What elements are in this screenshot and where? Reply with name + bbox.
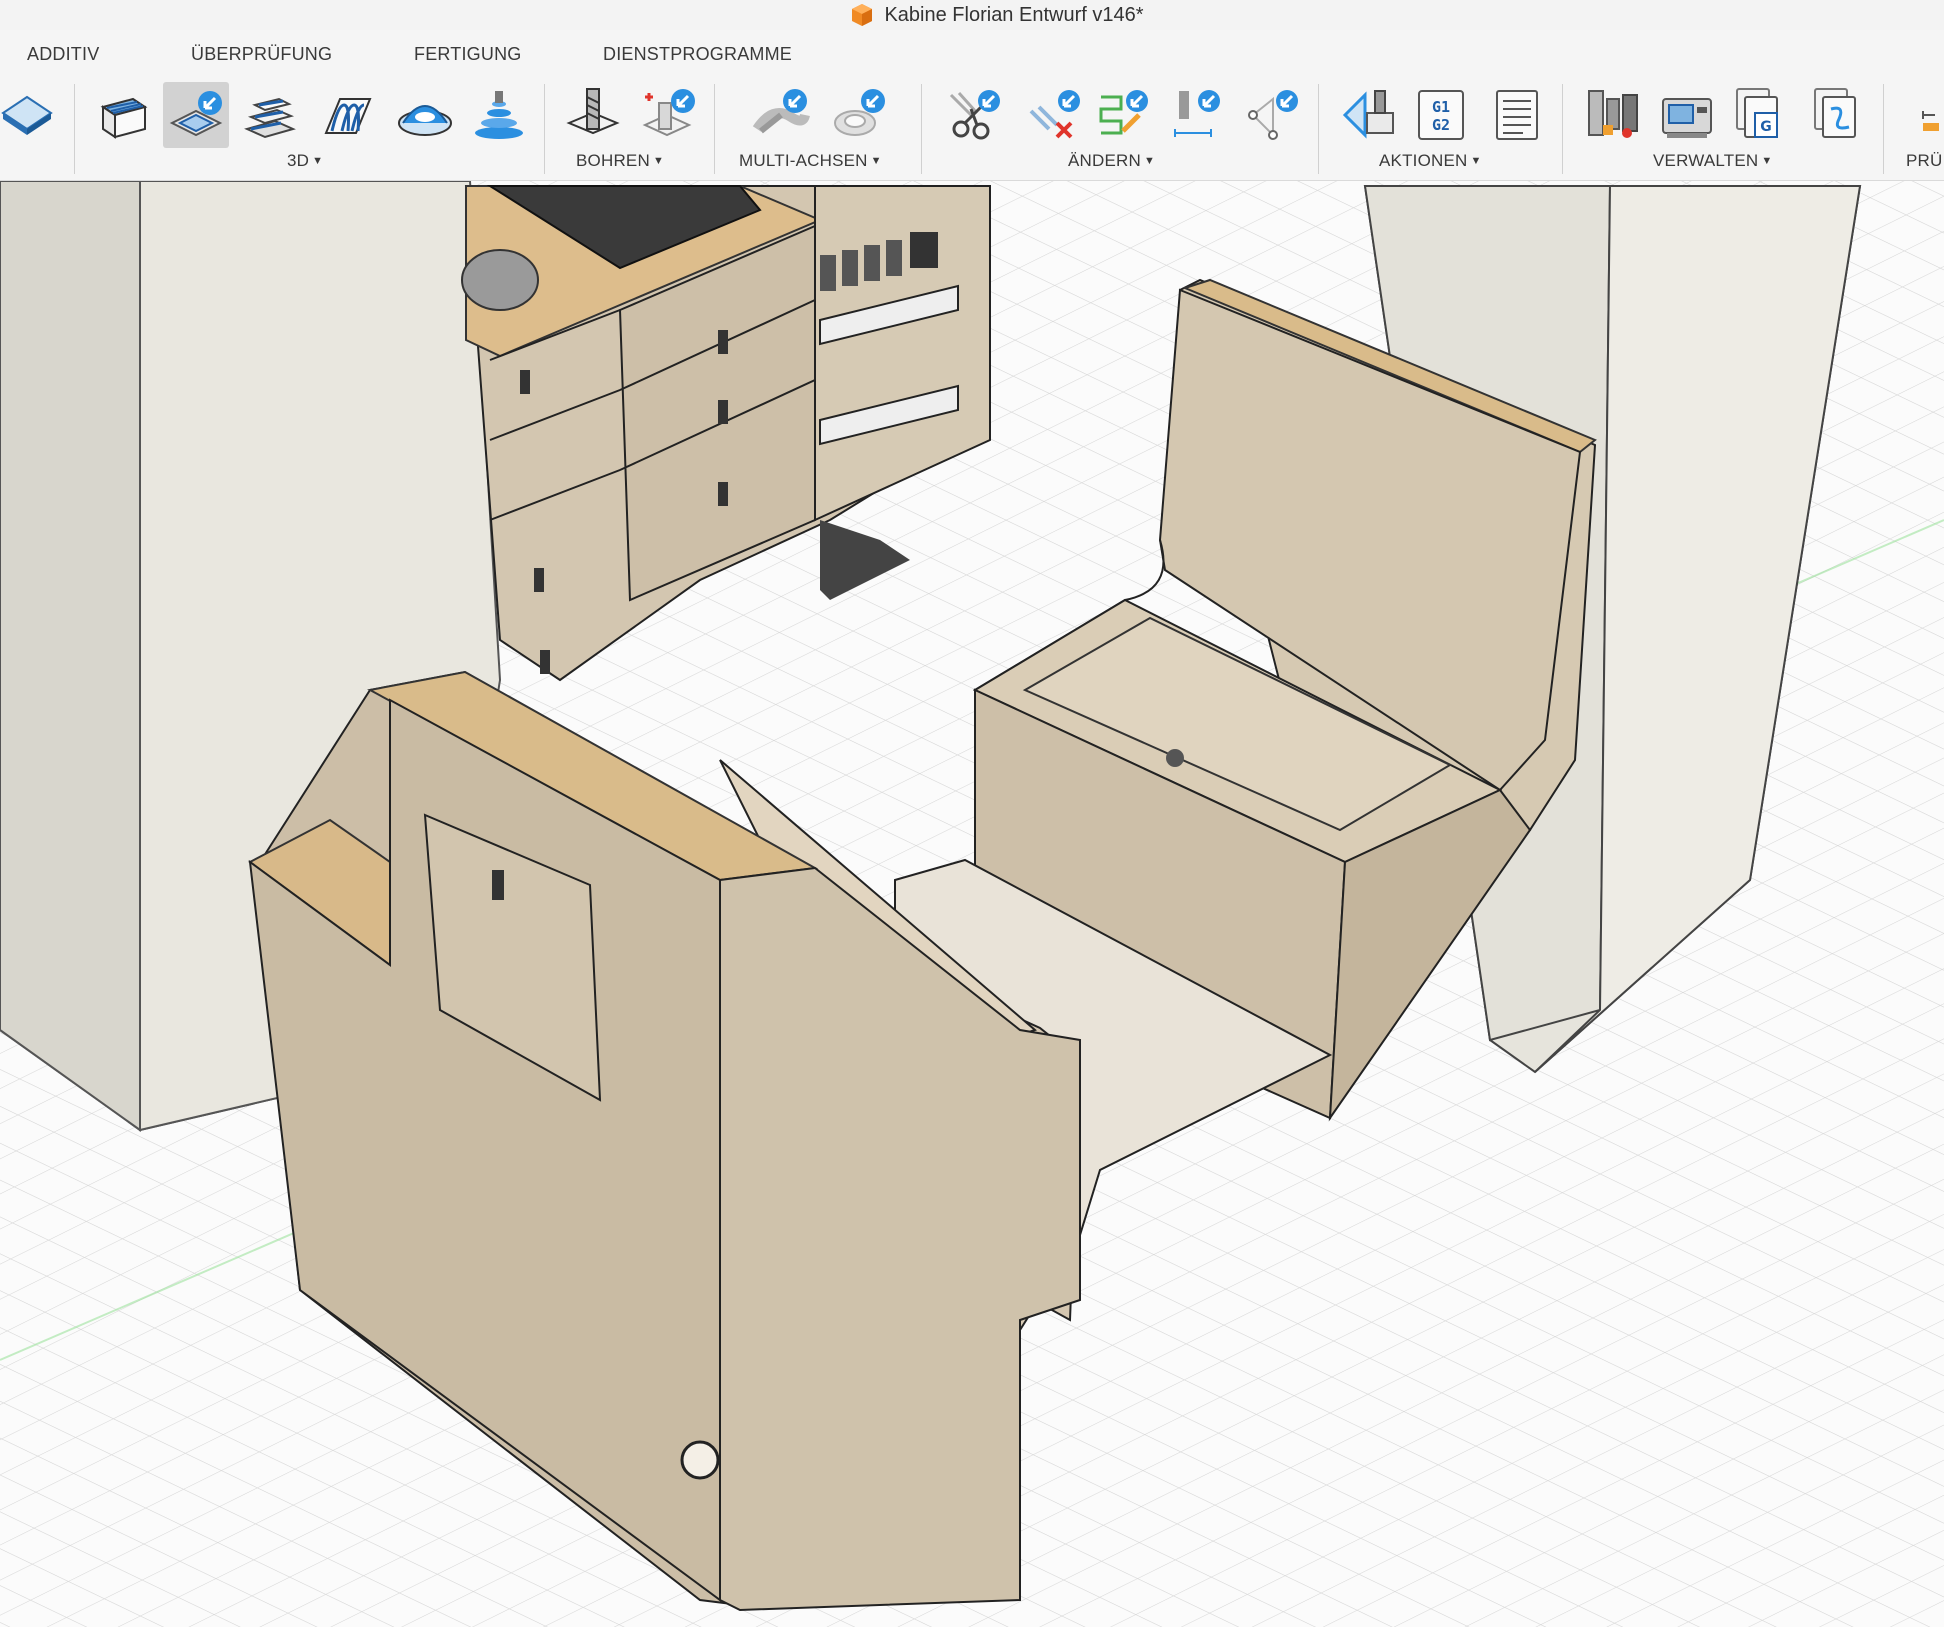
svg-text:G2: G2 xyxy=(1432,116,1450,134)
tool-library-tool-button[interactable] xyxy=(1580,82,1646,148)
group-label-aktionen[interactable]: AKTIONEN ▼ xyxy=(1379,151,1482,171)
drill-position-tool-button[interactable] xyxy=(636,82,702,148)
multiaxis-swarf-tool-button[interactable] xyxy=(826,82,892,148)
machine-library-icon xyxy=(1662,98,1712,138)
parallel-tool-button[interactable] xyxy=(315,82,381,148)
multiaxis-contour-icon xyxy=(752,89,810,134)
manufacture-toolbar: 3D ▼ BOHREN ▼ MULTI-ACHSEN ▼ ÄNDERN ▼ G1… xyxy=(0,80,1944,181)
tab-additiv[interactable]: ADDITIV xyxy=(27,44,99,65)
simulate-tool-button[interactable] xyxy=(1338,82,1404,148)
inspect-tool-button[interactable] xyxy=(1912,82,1944,148)
svg-text:G: G xyxy=(1760,119,1772,135)
tab-fertigung[interactable]: FERTIGUNG xyxy=(414,44,521,65)
points-tool-button[interactable] xyxy=(1240,82,1306,148)
adaptive-clearing-icon xyxy=(244,97,296,139)
document-title: Kabine Florian Entwurf v146* xyxy=(884,3,1144,26)
inspect-icon xyxy=(1922,111,1939,131)
orange-cube-icon xyxy=(852,4,873,26)
sink xyxy=(461,249,539,311)
group-label-verwalten[interactable]: VERWALTEN ▼ xyxy=(1653,151,1773,171)
post-process-icon: G1 G2 xyxy=(1418,90,1464,140)
post-process-tool-button[interactable]: G1 G2 xyxy=(1408,82,1474,148)
trim-tool-button[interactable] xyxy=(940,82,1006,148)
scallop-tool-button[interactable] xyxy=(392,82,458,148)
tool-orientation-icon xyxy=(1174,90,1220,137)
face-tool-button[interactable] xyxy=(90,82,156,148)
nc-program-tool-button[interactable]: G xyxy=(1728,82,1794,148)
delete-path-icon xyxy=(1029,90,1080,139)
delete-path-tool-button[interactable] xyxy=(1022,82,1088,148)
group-label-pruefen[interactable]: PRÜ xyxy=(1906,151,1943,171)
multiaxis-contour-tool-button[interactable] xyxy=(748,82,814,148)
parallel-icon xyxy=(324,98,372,134)
2d-pocket-icon xyxy=(169,91,223,137)
drill-icon xyxy=(566,88,620,135)
workspace-tabs: ADDITIV ÜBERPRÜFUNG FERTIGUNG DIENSTPROG… xyxy=(0,30,1944,80)
group-label-multi-achsen[interactable]: MULTI-ACHSEN ▼ xyxy=(739,151,882,171)
setup-icon xyxy=(1,95,53,135)
group-label-3d[interactable]: 3D ▼ xyxy=(287,151,323,171)
tab-dienstprogramme[interactable]: DIENSTPROGRAMME xyxy=(603,44,792,65)
scallop-icon xyxy=(398,105,452,136)
drill-tool-button[interactable] xyxy=(560,82,626,148)
tool-library-icon xyxy=(1588,90,1638,138)
edit-path-tool-button[interactable] xyxy=(1090,82,1156,148)
contour-icon xyxy=(475,91,523,139)
title-bar: Kabine Florian Entwurf v146* xyxy=(0,0,1944,30)
model-canvas[interactable] xyxy=(0,181,1944,1627)
face-icon xyxy=(100,97,148,139)
tool-orientation-tool-button[interactable] xyxy=(1162,82,1228,148)
cable-hole xyxy=(680,1440,720,1480)
drill-position-icon xyxy=(642,89,695,137)
points-icon xyxy=(1248,90,1298,140)
tab-ueberpruefung[interactable]: ÜBERPRÜFUNG xyxy=(191,44,332,65)
multiaxis-swarf-icon xyxy=(834,89,885,136)
group-label-bohren[interactable]: BOHREN ▼ xyxy=(576,151,664,171)
nc-program-icon: G xyxy=(1736,88,1778,138)
group-label-aendern[interactable]: ÄNDERN ▼ xyxy=(1068,151,1155,171)
template-library-icon xyxy=(1814,88,1856,138)
simulate-icon xyxy=(1342,90,1394,139)
2d-pocket-tool-button[interactable] xyxy=(163,82,229,148)
setup-sheet-icon xyxy=(1496,90,1538,140)
adaptive-tool-button[interactable] xyxy=(236,82,302,148)
edit-path-icon xyxy=(1099,90,1148,135)
machine-library-tool-button[interactable] xyxy=(1654,82,1720,148)
trim-icon xyxy=(949,90,1000,140)
template-library-tool-button[interactable] xyxy=(1806,82,1872,148)
3d-viewport[interactable] xyxy=(0,181,1944,1627)
contour-tool-button[interactable] xyxy=(466,82,532,148)
setup-sheet-tool-button[interactable] xyxy=(1484,82,1550,148)
svg-text:G1: G1 xyxy=(1432,98,1450,116)
setup-tool-button[interactable] xyxy=(0,82,60,148)
